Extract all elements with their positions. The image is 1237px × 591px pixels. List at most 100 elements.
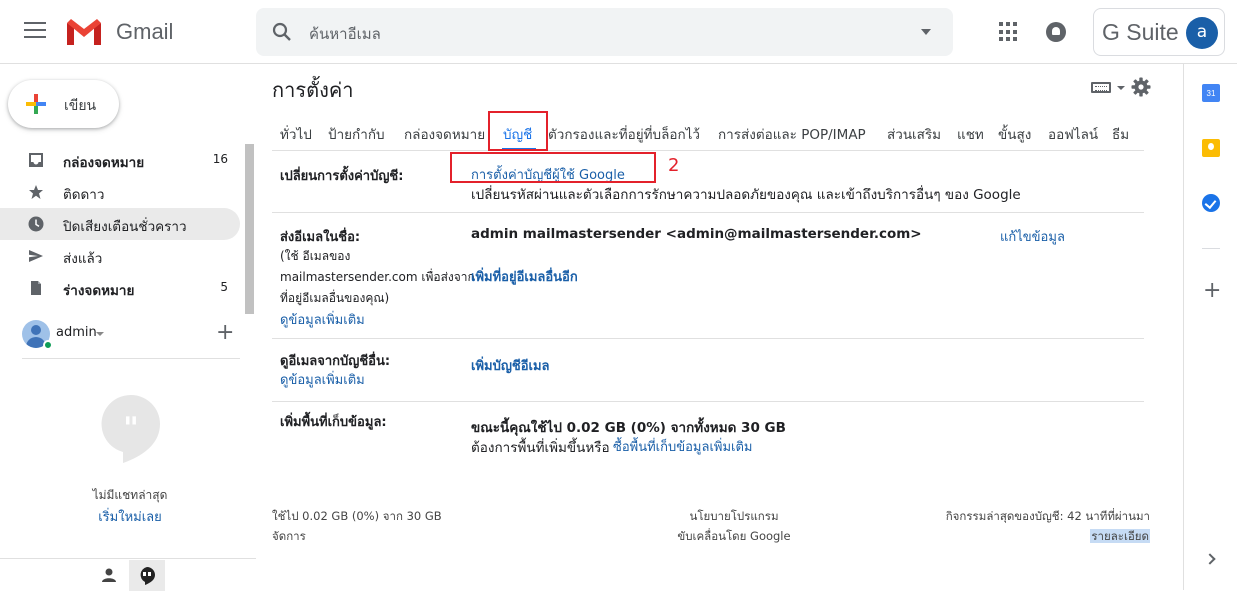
- hangouts-user[interactable]: admin +: [22, 320, 240, 350]
- divider: [22, 358, 240, 359]
- settings-row-storage: เพิ่มพื้นที่เก็บข้อมูล: ขณะนี้คุณใช้ไป 0…: [272, 402, 1144, 462]
- hangouts-tab[interactable]: [129, 560, 165, 591]
- no-recent-chats: ไม่มีแชทล่าสุด: [92, 488, 168, 502]
- tab-forwarding[interactable]: การส่งต่อและ POP/IMAP: [718, 123, 866, 145]
- row-subtext: (ใช้ อีเมลของ: [280, 249, 351, 263]
- add-contact-icon[interactable]: +: [216, 322, 234, 344]
- details-link[interactable]: รายละเอียด: [1090, 529, 1150, 543]
- clock-icon: [28, 216, 44, 232]
- add-another-address-link[interactable]: เพิ่มที่อยู่อีเมลอื่นอีก: [471, 266, 578, 287]
- search-bar[interactable]: ค้นหาอีเมล: [256, 8, 953, 56]
- chevron-down-icon[interactable]: [96, 332, 104, 336]
- learn-more-link[interactable]: ดูข้อมูลเพิ่มเติม: [280, 369, 365, 390]
- send-icon: [29, 250, 43, 262]
- row-subtext: ที่อยู่อีเมลอื่นของคุณ): [280, 291, 390, 305]
- program-policy-link[interactable]: นโยบายโปรแกรม: [600, 506, 868, 526]
- compose-plus-icon: [26, 94, 46, 114]
- footer-usage: ใช้ไป 0.02 GB (0%) จาก 30 GB: [272, 509, 442, 523]
- tab-addons[interactable]: ส่วนเสริม: [887, 123, 941, 145]
- tab-advanced[interactable]: ขั้นสูง: [998, 123, 1031, 145]
- annotation-step-number: 2: [668, 155, 680, 176]
- person-icon[interactable]: [101, 567, 117, 583]
- sidebar-item-snoozed[interactable]: ปิดเสียงเตือนชั่วคราว: [0, 208, 240, 240]
- settings-tabs: ทั่วไป ป้ายกำกับ กล่องจดหมาย บัญชี ตัวกร…: [272, 114, 1152, 151]
- footer-policy: นโยบายโปรแกรม ขับเคลื่อนโดย Google: [600, 506, 868, 546]
- sidebar-item-starred[interactable]: ติดดาว: [0, 176, 240, 208]
- sidebar-item-label: ส่งแล้ว: [63, 251, 103, 267]
- tab-filters[interactable]: ตัวกรองและที่อยู่ที่บล็อกไว้: [548, 123, 700, 145]
- add-mail-account-link[interactable]: เพิ่มบัญชีอีเมล: [471, 355, 550, 376]
- footer-storage: ใช้ไป 0.02 GB (0%) จาก 30 GB จัดการ: [272, 506, 442, 546]
- main-menu-icon[interactable]: [24, 22, 46, 40]
- learn-more-link[interactable]: ดูข้อมูลเพิ่มเติม: [280, 309, 365, 330]
- sidebar-item-label: กล่องจดหมาย: [63, 155, 145, 171]
- inbox-icon: [29, 153, 43, 167]
- calendar-icon[interactable]: 31: [1202, 84, 1220, 102]
- sidebar-scrollbar[interactable]: [245, 144, 254, 314]
- tab-labels[interactable]: ป้ายกำกับ: [328, 123, 385, 145]
- row-label: เพิ่มพื้นที่เก็บข้อมูล:: [280, 415, 387, 430]
- settings-row-check-mail: ดูอีเมลจากบัญชีอื่น: ดูข้อมูลเพิ่มเติม เ…: [272, 339, 1144, 402]
- compose-label: เขียน: [64, 98, 97, 114]
- sidebar-item-inbox[interactable]: กล่องจดหมาย 16: [0, 144, 240, 176]
- star-icon: [29, 185, 43, 199]
- online-status-icon: [43, 340, 53, 350]
- annotation-highlight-google-account-link: [450, 152, 656, 183]
- tasks-icon[interactable]: [1202, 194, 1220, 212]
- search-options-icon[interactable]: [921, 29, 931, 35]
- account-switcher[interactable]: G Suite a: [1093, 8, 1225, 56]
- page-title: การตั้งค่า: [272, 78, 354, 102]
- side-panel: 31 +: [1183, 64, 1237, 590]
- app-name: Gmail: [116, 19, 174, 44]
- draft-icon: [31, 281, 41, 295]
- get-addons-icon[interactable]: +: [1203, 280, 1221, 302]
- search-icon[interactable]: [270, 20, 294, 44]
- tab-general[interactable]: ทั่วไป: [280, 123, 312, 145]
- tab-offline[interactable]: ออฟไลน์: [1048, 123, 1098, 145]
- hangouts-icon: [140, 567, 155, 585]
- search-input[interactable]: ค้นหาอีเมล: [309, 22, 381, 46]
- chat-bubble-icon: ": [101, 394, 160, 463]
- storage-need-more: ต้องการพื้นที่เพิ่มขึ้นหรือ: [471, 440, 610, 456]
- edit-info-link[interactable]: แก้ไขข้อมูล: [1000, 226, 1065, 247]
- gmail-logo[interactable]: Gmail: [64, 14, 173, 50]
- sidebar-item-label: ร่างจดหมาย: [63, 283, 135, 299]
- top-bar: Gmail ค้นหาอีเมล G Suite a: [0, 0, 1237, 64]
- chevron-right-icon[interactable]: [1204, 553, 1216, 565]
- storage-usage: ขณะนี้คุณใช้ไป 0.02 GB (0%) จากทั้งหมด 3…: [471, 420, 786, 436]
- footer-manage-link[interactable]: จัดการ: [272, 526, 442, 546]
- sidebar-item-label: ปิดเสียงเตือนชั่วคราว: [63, 219, 187, 235]
- sidebar-item-drafts[interactable]: ร่างจดหมาย 5: [0, 272, 240, 304]
- last-activity: กิจกรรมล่าสุดของบัญชี: 42 นาทีที่ผ่านมา: [945, 509, 1150, 523]
- settings-row-send-as: ส่งอีเมลในชื่อ: (ใช้ อีเมลของ mailmaster…: [272, 213, 1144, 339]
- tab-chat[interactable]: แชท: [957, 123, 984, 145]
- sidebar-item-sent[interactable]: ส่งแล้ว: [0, 240, 240, 272]
- row-label: ส่งอีเมลในชื่อ:: [280, 230, 361, 245]
- annotation-highlight-accounts-tab: [488, 111, 548, 151]
- keep-icon[interactable]: [1202, 139, 1220, 157]
- tab-themes[interactable]: ธีม: [1112, 123, 1129, 145]
- compose-button[interactable]: เขียน: [8, 80, 119, 128]
- chevron-down-icon[interactable]: [1117, 86, 1125, 90]
- sidebar-item-label: ติดดาว: [63, 187, 105, 203]
- gmail-m-icon: [67, 19, 101, 45]
- draft-count: 5: [220, 280, 228, 294]
- hangouts-username: admin: [56, 325, 97, 340]
- start-new-chat-link[interactable]: เริ่มใหม่เลย: [40, 506, 220, 527]
- row-description: เปลี่ยนรหัสผ่านและตัวเลือกการรักษาความปล…: [471, 187, 1021, 203]
- row-label: เปลี่ยนการตั้งค่าบัญชี:: [280, 169, 404, 184]
- account-avatar[interactable]: a: [1186, 17, 1218, 49]
- notifications-icon[interactable]: [1046, 22, 1066, 42]
- gsuite-logo: G Suite: [1102, 19, 1179, 45]
- powered-by: ขับเคลื่อนโดย Google: [677, 529, 791, 543]
- tab-inbox[interactable]: กล่องจดหมาย: [404, 123, 485, 145]
- row-subtext: mailmastersender.com เพื่อส่งจาก: [280, 270, 475, 284]
- row-label: ดูอีเมลจากบัญชีอื่น:: [280, 354, 391, 369]
- buy-storage-link[interactable]: ซื้อพื้นที่เก็บข้อมูลเพิ่มเติม: [613, 436, 753, 457]
- gear-icon[interactable]: [1131, 77, 1151, 97]
- keyboard-icon[interactable]: [1091, 82, 1111, 93]
- settings-row-change-account: เปลี่ยนการตั้งค่าบัญชี: การตั้งค่าบัญชีผ…: [272, 151, 1144, 213]
- apps-grid-icon[interactable]: [999, 22, 1019, 42]
- svg-text:": ": [123, 411, 139, 446]
- sidebar-nav: กล่องจดหมาย 16 ติดดาว ปิดเสียงเตือนชั่วค…: [0, 144, 240, 304]
